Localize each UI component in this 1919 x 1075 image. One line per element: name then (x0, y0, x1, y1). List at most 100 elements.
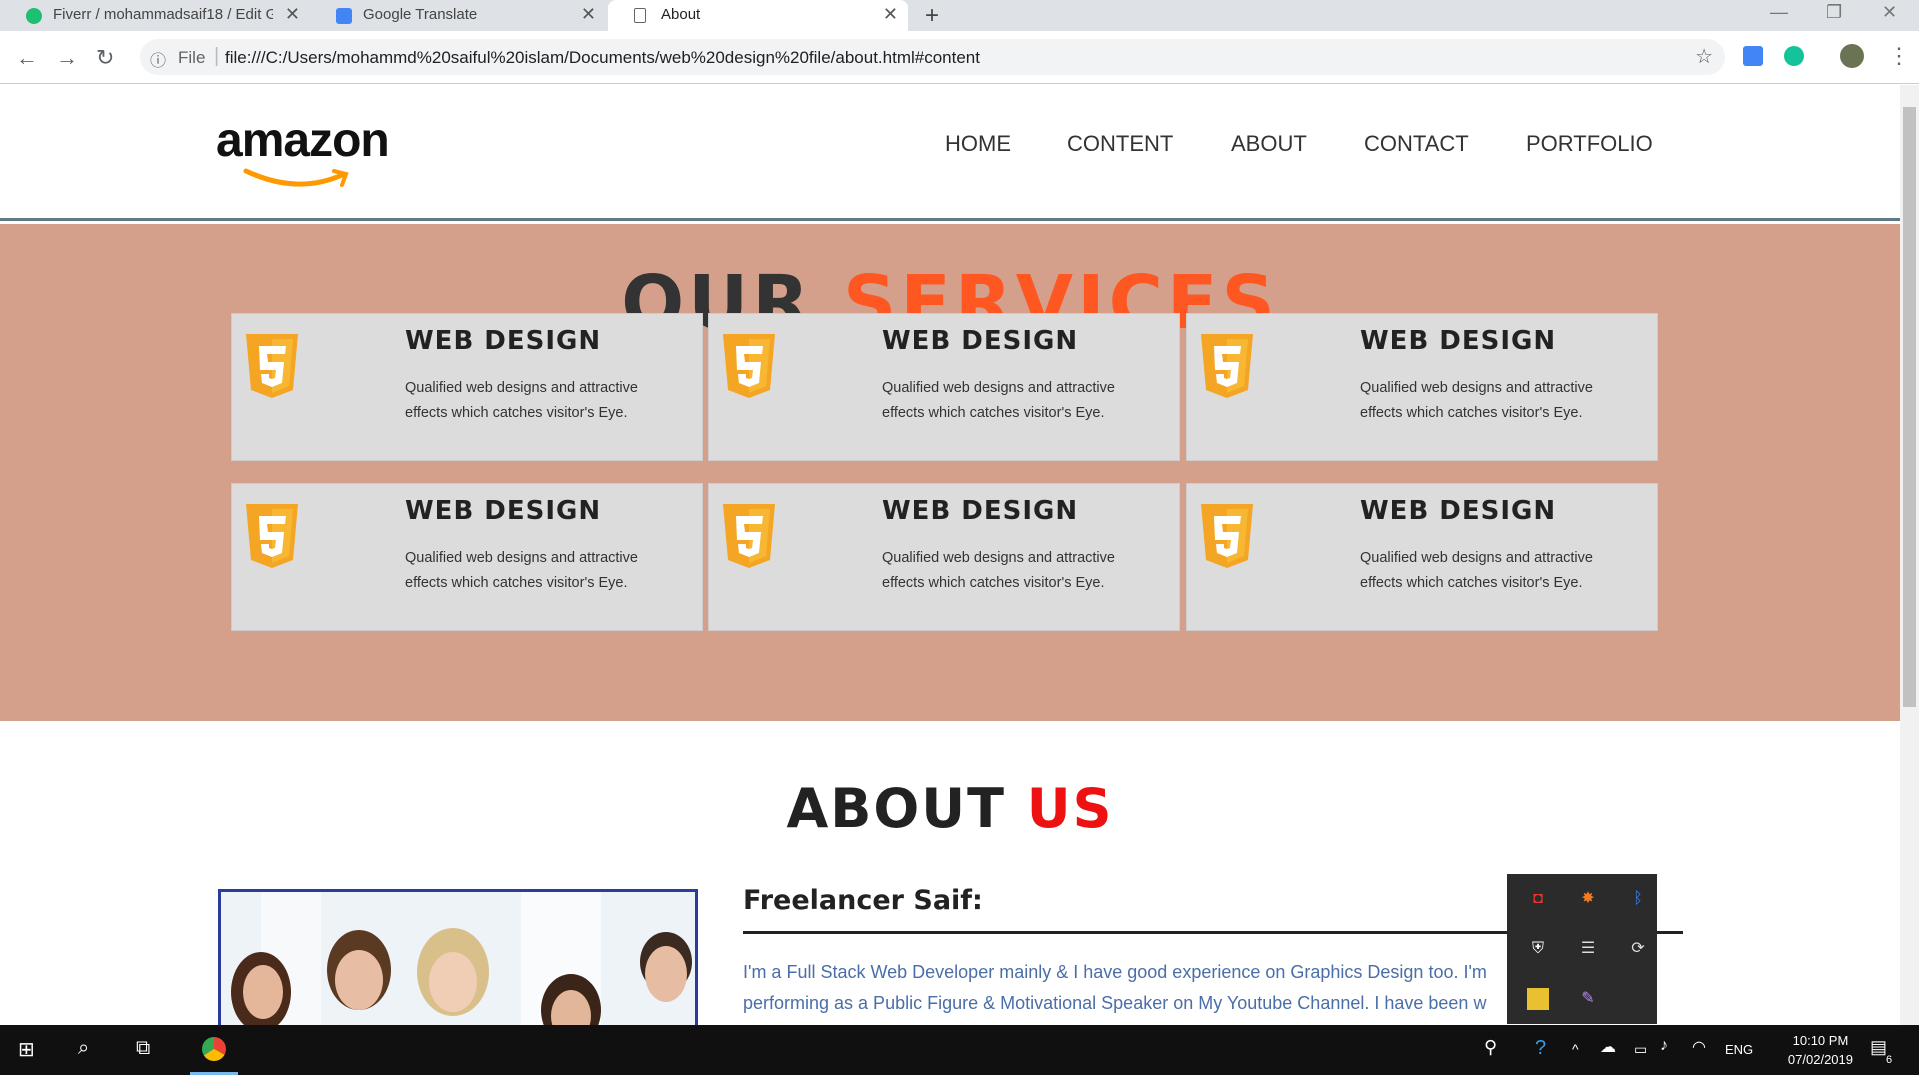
html5-icon (1201, 334, 1253, 398)
team-photo-image (221, 892, 695, 1025)
nav-contact[interactable]: CONTACT (1364, 131, 1469, 157)
service-card-title: WEB DESIGN (405, 496, 602, 526)
service-card: WEB DESIGN Qualified web designs and attr… (1186, 483, 1658, 631)
fiverr-icon (26, 8, 42, 24)
nav-about[interactable]: ABOUT (1231, 131, 1307, 157)
bluetooth-icon[interactable]: ᛒ (1627, 888, 1649, 910)
service-card-description: Qualified web designs and attractive eff… (1360, 550, 1593, 591)
new-tab-button[interactable]: + (925, 2, 939, 30)
browser-tab-strip: Fiverr / mohammadsaif18 / Edit G ✕ Googl… (0, 0, 1919, 31)
clock-time: 10:10 PM (1792, 1033, 1849, 1048)
tab-title: About (661, 6, 701, 23)
service-card-description: Qualified web designs and attractive eff… (405, 550, 638, 591)
tab-title: Google Translate (363, 6, 478, 23)
url-text: file:///C:/Users/mohammd%20saiful%20isla… (225, 48, 980, 67)
avast-icon[interactable]: ✸ (1577, 888, 1599, 910)
chrome-taskbar-button[interactable] (190, 1025, 238, 1075)
site-header: amazon HOME CONTENT ABOUT CONTACT PORTFO… (0, 85, 1900, 221)
service-card-description: Qualified web designs and attractive eff… (405, 380, 638, 421)
scrollbar-thumb[interactable] (1903, 107, 1916, 707)
grammarly-extension-icon[interactable] (1784, 46, 1804, 66)
service-card: WEB DESIGN Qualified web designs and attr… (231, 483, 703, 631)
language-indicator[interactable]: ENG (1725, 1042, 1753, 1057)
people-icon[interactable]: ⚲ (1484, 1037, 1497, 1058)
tab-about[interactable]: About ✕ (608, 0, 908, 31)
menu-kebab-icon[interactable]: ⋮ (1888, 43, 1910, 69)
antivirus-icon[interactable]: ◘ (1527, 888, 1549, 910)
close-icon[interactable]: ✕ (581, 4, 596, 25)
security-shield-icon[interactable]: ⛨ (1527, 938, 1549, 960)
html5-icon (1201, 504, 1253, 568)
close-icon[interactable]: ✕ (883, 4, 898, 25)
clock-date: 07/02/2019 (1787, 1052, 1853, 1067)
pen-icon[interactable]: ✎ (1577, 988, 1599, 1010)
service-card-title: WEB DESIGN (882, 496, 1079, 526)
page-scrollbar[interactable] (1900, 85, 1919, 1025)
tab-fiverr[interactable]: Fiverr / mohammadsaif18 / Edit G ✕ (0, 0, 310, 31)
nav-home[interactable]: HOME (945, 131, 1011, 157)
about-title: ABOUT US (0, 777, 1900, 840)
url-divider: | (214, 45, 220, 67)
service-card-title: WEB DESIGN (1360, 326, 1557, 356)
close-icon[interactable]: ✕ (285, 4, 300, 25)
service-card-title: WEB DESIGN (882, 326, 1079, 356)
service-card-title: WEB DESIGN (1360, 496, 1557, 526)
google-translate-extension-icon[interactable] (1743, 46, 1763, 66)
wifi-icon[interactable]: ◠ (1692, 1037, 1706, 1057)
about-title-part1: ABOUT (786, 777, 1006, 840)
service-card: WEB DESIGN Qualified web designs and attr… (1186, 313, 1658, 461)
nav-content[interactable]: CONTENT (1067, 131, 1173, 157)
browser-toolbar: ← → ↻ ⓘ File | file:///C:/Users/mohammd%… (0, 31, 1919, 84)
sync-icon[interactable]: ⟳ (1627, 938, 1649, 960)
notification-center-icon[interactable]: ▤ (1870, 1037, 1887, 1058)
html5-icon (723, 334, 775, 398)
html5-icon (723, 504, 775, 568)
display-icon[interactable]: ☰ (1577, 938, 1599, 960)
freelancer-heading: Freelancer Saif: (743, 885, 983, 916)
forward-icon[interactable]: → (56, 45, 78, 71)
app-a-icon[interactable] (1527, 988, 1549, 1010)
minimize-button[interactable]: — (1770, 2, 1788, 23)
html5-icon (246, 504, 298, 568)
volume-icon[interactable]: ♪ (1660, 1037, 1668, 1055)
document-icon (634, 8, 646, 23)
service-card: WEB DESIGN Qualified web designs and attr… (231, 313, 703, 461)
system-tray-popup: ◘ ✸ ᛒ ⛨ ☰ ⟳ ✎ (1507, 874, 1657, 1024)
address-bar[interactable]: ⓘ File | file:///C:/Users/mohammd%20saif… (140, 39, 1725, 75)
about-title-part2: US (1026, 777, 1114, 840)
service-card-description: Qualified web designs and attractive eff… (882, 550, 1115, 591)
reload-icon[interactable]: ↻ (96, 45, 114, 71)
close-window-button[interactable]: ✕ (1882, 2, 1897, 23)
amazon-logo[interactable]: amazon (216, 113, 390, 168)
windows-start-icon[interactable]: ⊞ (18, 1037, 35, 1062)
google-translate-icon (336, 8, 352, 24)
back-icon[interactable]: ← (16, 45, 38, 71)
profile-avatar[interactable] (1840, 44, 1864, 68)
restore-button[interactable]: ❐ (1826, 2, 1842, 23)
windows-taskbar: ⊞ ⌕ ⧉ ⚲ ? ^ ☁ ▭ ♪ ◠ ENG 10:10 PM 07/02/2… (0, 1025, 1919, 1075)
service-card-title: WEB DESIGN (405, 326, 602, 356)
notification-count: 6 (1886, 1054, 1893, 1066)
nav-portfolio[interactable]: PORTFOLIO (1526, 131, 1653, 157)
chevron-up-icon[interactable]: ^ (1572, 1041, 1579, 1057)
web-page: amazon HOME CONTENT ABOUT CONTACT PORTFO… (0, 85, 1900, 1025)
bookmark-star-icon[interactable]: ☆ (1695, 44, 1713, 69)
tab-title: Fiverr / mohammadsaif18 / Edit G (53, 6, 273, 23)
service-card: WEB DESIGN Qualified web designs and attr… (708, 313, 1180, 461)
service-card: WEB DESIGN Qualified web designs and attr… (708, 483, 1180, 631)
help-icon[interactable]: ? (1535, 1037, 1546, 1060)
search-icon[interactable]: ⌕ (78, 1037, 89, 1060)
battery-icon[interactable]: ▭ (1634, 1041, 1647, 1058)
team-photo (218, 889, 698, 1025)
chrome-icon (202, 1037, 226, 1061)
onedrive-icon[interactable]: ☁ (1600, 1037, 1616, 1057)
url-scheme: File (178, 48, 206, 67)
task-view-icon[interactable]: ⧉ (136, 1037, 150, 1060)
tab-google-translate[interactable]: Google Translate ✕ (310, 0, 606, 31)
service-card-description: Qualified web designs and attractive eff… (882, 380, 1115, 421)
info-icon[interactable]: ⓘ (150, 47, 166, 71)
service-card-description: Qualified web designs and attractive eff… (1360, 380, 1593, 421)
html5-icon (246, 334, 298, 398)
amazon-smile-icon (243, 168, 349, 187)
taskbar-clock[interactable]: 10:10 PM 07/02/2019 (1788, 1031, 1853, 1069)
